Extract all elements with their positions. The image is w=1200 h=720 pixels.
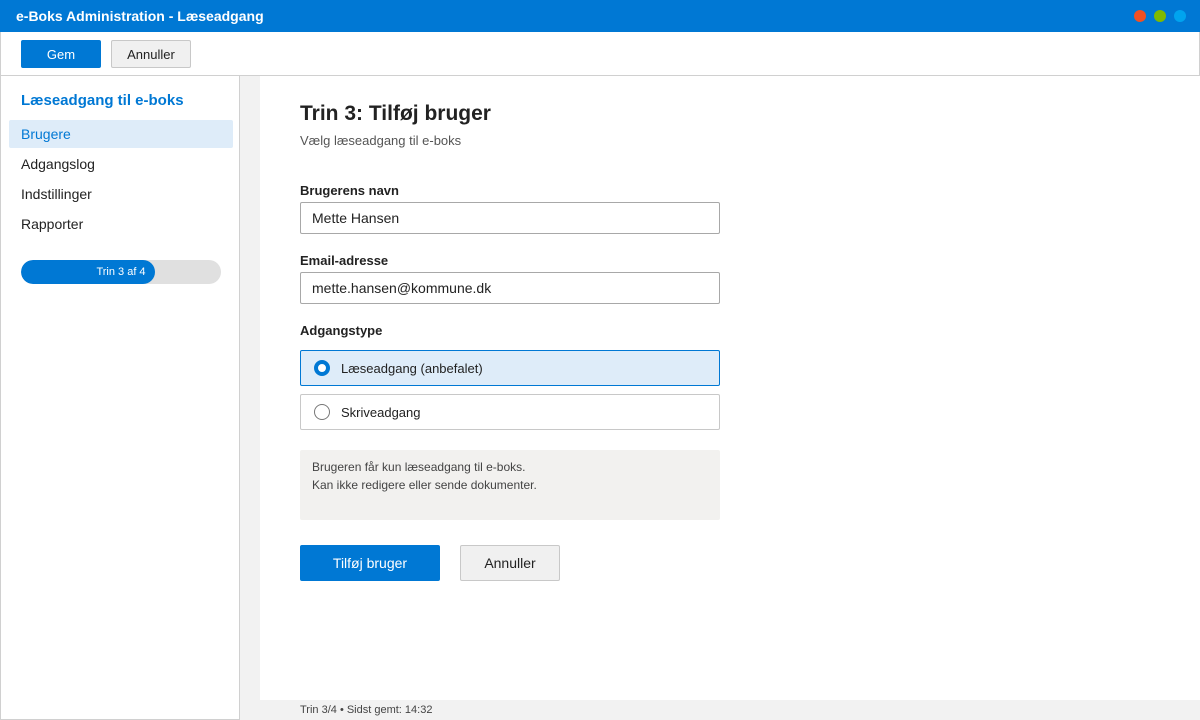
close-window-icon[interactable] [1134, 10, 1146, 22]
window-title: e-Boks Administration - Læseadgang [16, 8, 264, 24]
email-input[interactable] [300, 272, 720, 304]
radio-option-read-access[interactable]: Læseadgang (anbefalet) [300, 350, 720, 386]
step-progress-bar: Trin 3 af 4 [21, 260, 221, 284]
email-field-label: Email-adresse [300, 253, 389, 268]
sidebar-item-brugere[interactable]: Brugere [9, 120, 233, 148]
page-subtitle: Vælg læseadgang til e-boks [300, 133, 462, 148]
radio-selected-icon[interactable] [314, 360, 330, 376]
radio-option-label: Læseadgang (anbefalet) [341, 361, 483, 376]
info-box: Brugeren får kun læseadgang til e-boks. … [300, 450, 720, 520]
name-field-label: Brugerens navn [300, 183, 399, 198]
status-text: Trin 3/4 • Sidst gemt: 14:32 [300, 704, 433, 716]
minimize-window-icon[interactable] [1154, 10, 1166, 22]
name-input[interactable] [300, 202, 720, 234]
sidebar-item-indstillinger[interactable]: Indstillinger [9, 180, 233, 208]
radio-unselected-icon[interactable] [314, 404, 330, 420]
cancel-button[interactable]: Annuller [460, 545, 560, 581]
radio-option-write-access[interactable]: Skriveadgang [300, 394, 720, 430]
status-bar: Trin 3/4 • Sidst gemt: 14:32 [260, 700, 1200, 720]
page-title: Trin 3: Tilføj bruger [300, 102, 491, 125]
sidebar-heading: Læseadgang til e-boks [21, 92, 184, 109]
info-text-line: Kan ikke redigere eller sende dokumenter… [312, 478, 537, 492]
sidebar-item-adgangslog[interactable]: Adgangslog [9, 150, 233, 178]
maximize-window-icon[interactable] [1174, 10, 1186, 22]
main-panel: Trin 3: Tilføj bruger Vælg læseadgang ti… [260, 76, 1200, 700]
toolbar-cancel-button[interactable]: Annuller [111, 40, 191, 68]
title-bar: e-Boks Administration - Læseadgang [0, 0, 1200, 32]
toolbar: Gem Annuller [0, 32, 1200, 76]
sidebar: Læseadgang til e-boks Brugere Adgangslog… [0, 76, 240, 720]
save-button[interactable]: Gem [21, 40, 101, 68]
sidebar-item-rapporter[interactable]: Rapporter [9, 210, 233, 238]
info-text-line: Brugeren får kun læseadgang til e-boks. [312, 460, 526, 474]
step-progress-label: Trin 3 af 4 [96, 266, 146, 278]
radio-option-label: Skriveadgang [341, 405, 421, 420]
add-user-button[interactable]: Tilføj bruger [300, 545, 440, 581]
access-type-label: Adgangstype [300, 323, 383, 338]
